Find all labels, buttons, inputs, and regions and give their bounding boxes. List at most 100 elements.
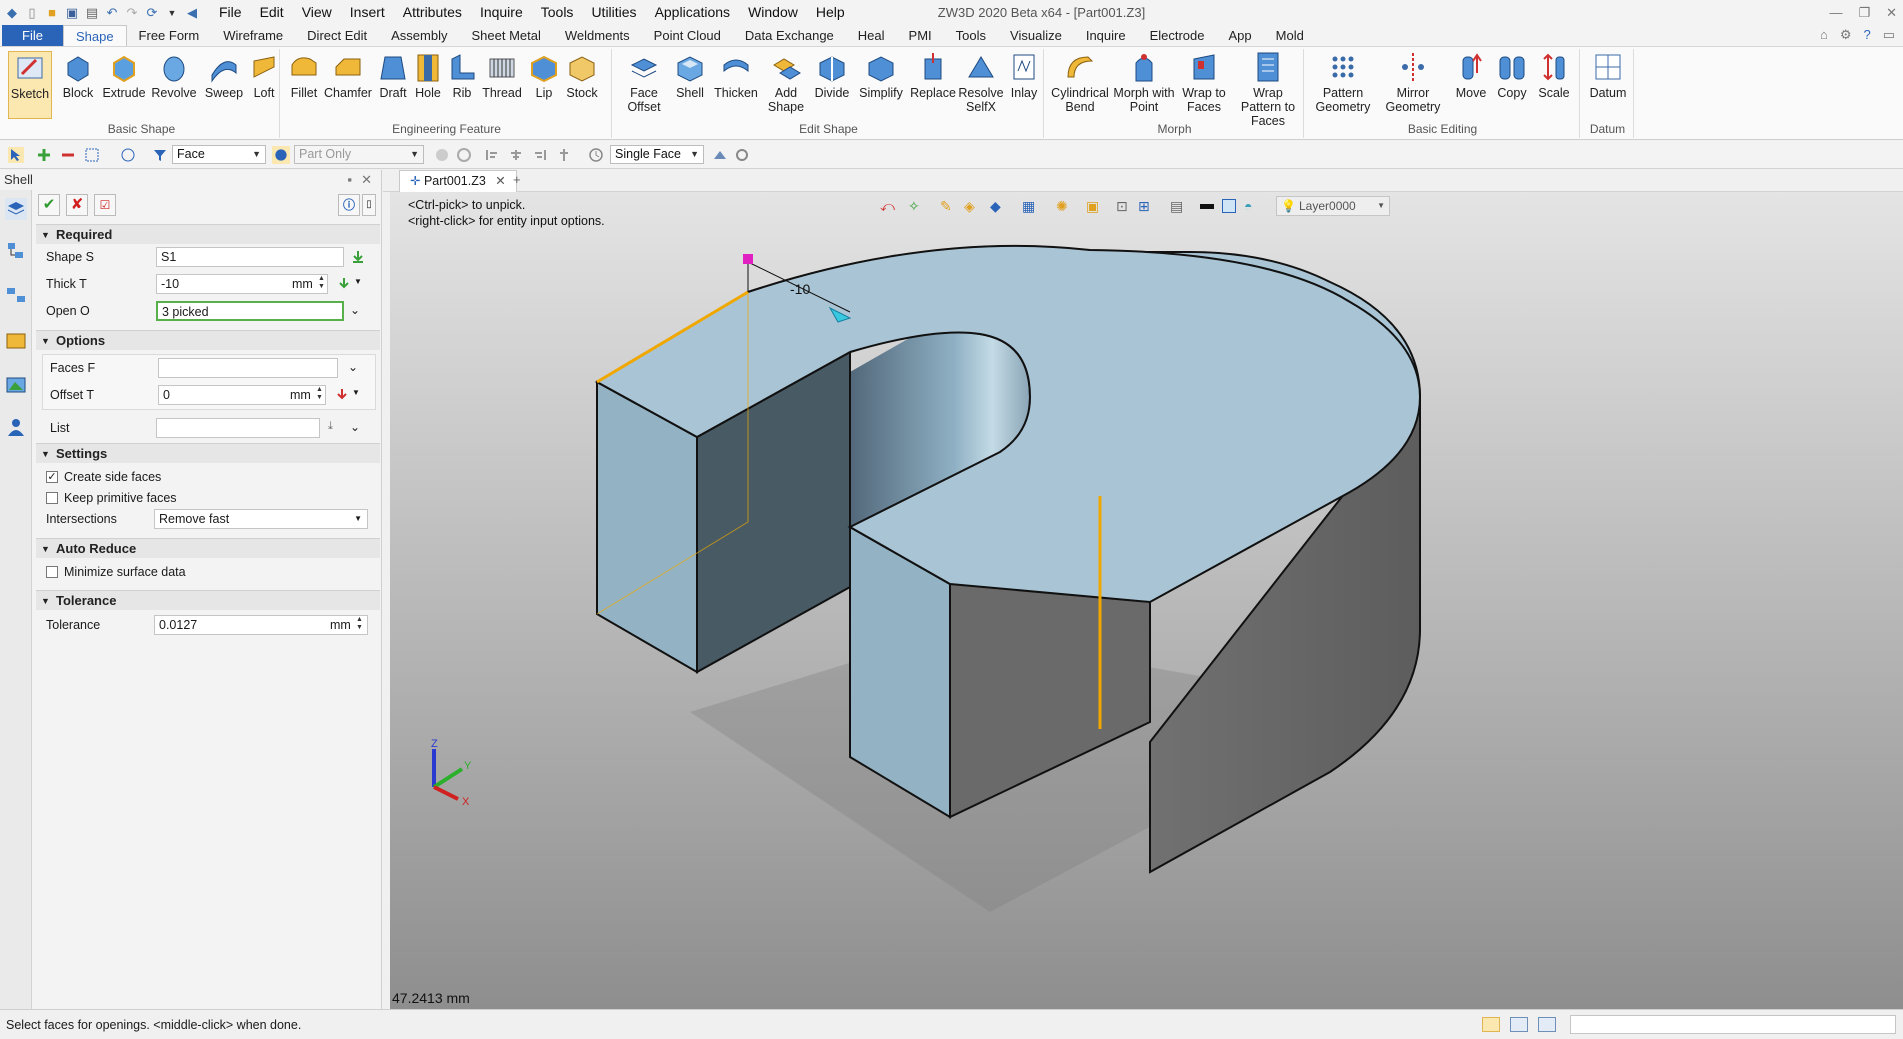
chamfer-button[interactable]: Chamfer [324,51,372,100]
new-file-icon[interactable]: ▯ [24,5,40,21]
tab-pmi[interactable]: PMI [897,25,944,46]
copy-button[interactable]: Copy [1492,51,1532,100]
help-icon[interactable]: ? [1863,27,1870,43]
menu-utilities[interactable]: Utilities [582,0,645,25]
snap-icon[interactable] [456,147,472,163]
print-icon[interactable]: ▤ [84,5,100,21]
offset-options-dropdown-icon[interactable]: ▼ [352,388,360,397]
section-required[interactable]: Required [36,224,380,245]
wrap-pattern-to-faces-button[interactable]: Wrap Pattern to Faces [1234,51,1302,128]
dimension-start-handle[interactable] [743,254,753,264]
history-icon[interactable] [588,147,604,163]
apply-button[interactable]: ☑ [94,194,116,216]
box-select-icon[interactable] [84,147,100,163]
filter-icon[interactable] [152,147,168,163]
shape-field[interactable]: S1 [156,247,344,267]
section-settings[interactable]: Settings [36,443,380,464]
section-tolerance[interactable]: Tolerance [36,590,380,611]
tab-data-exchange[interactable]: Data Exchange [733,25,846,46]
keep-primitive-faces-checkbox[interactable] [46,492,58,504]
block-button[interactable]: Block [56,51,100,100]
menu-applications[interactable]: Applications [646,0,740,25]
pick-mode-select[interactable]: Single Face ▼ [610,145,704,164]
panel-close-icon[interactable]: ✕ [361,170,372,190]
lip-button[interactable]: Lip [528,51,560,100]
undo-icon[interactable]: ↶ [104,5,120,21]
home-icon[interactable]: ⌂ [1820,27,1828,43]
thread-button[interactable]: Thread [480,51,524,100]
sweep-button[interactable]: Sweep [202,51,246,100]
thick-spinner-icon[interactable]: ▲ ▼ [318,275,325,291]
doc-tab-close-icon[interactable]: ✕ [495,174,505,188]
app-logo-icon[interactable]: ◆ [4,5,20,21]
part-library-icon[interactable] [5,330,27,352]
open-expand-icon[interactable]: ⌄ [350,303,360,317]
redo-icon[interactable]: ↷ [124,5,140,21]
info-button[interactable]: ⓘ [338,194,360,216]
tab-weldments[interactable]: Weldments [553,25,642,46]
remove-icon[interactable] [60,147,76,163]
extrude-button[interactable]: Extrude [100,51,148,100]
open-folder-icon[interactable]: ■ [44,5,60,21]
move-button[interactable]: Move [1452,51,1490,100]
shell-model[interactable]: -10 [390,192,1903,1009]
regen-icon[interactable]: ⟳ [144,5,160,21]
list-field[interactable] [156,418,320,438]
panel-minimize-icon[interactable]: ▭ [1883,27,1895,43]
cancel-button[interactable]: ✘ [66,194,88,216]
tab-electrode[interactable]: Electrode [1138,25,1217,46]
feature-manager-icon[interactable] [5,198,27,220]
minimize-surface-checkbox[interactable] [46,566,58,578]
doc-tab-part001[interactable]: ✛ Part001.Z3 ✕ [399,170,517,192]
tab-point-cloud[interactable]: Point Cloud [642,25,733,46]
divide-button[interactable]: Divide [810,51,854,100]
morph-with-point-button[interactable]: Morph with Point [1112,51,1176,114]
simplify-button[interactable]: Simplify [856,51,906,100]
align-right-icon[interactable] [532,147,548,163]
open-faces-field[interactable]: 3 picked [156,301,344,321]
datum-button[interactable]: Datum [1586,51,1630,100]
tab-file[interactable]: File [2,25,63,46]
menu-edit[interactable]: Edit [251,0,293,25]
stock-button[interactable]: Stock [562,51,602,100]
replace-button[interactable]: Replace [910,51,956,100]
tab-free-form[interactable]: Free Form [127,25,212,46]
status-window-icon[interactable] [1538,1017,1556,1032]
scale-button[interactable]: Scale [1534,51,1574,100]
tab-inquire[interactable]: Inquire [1074,25,1138,46]
pin-icon[interactable] [556,147,572,163]
dimension-value[interactable]: -10 [790,281,810,297]
3d-viewport[interactable]: <Ctrl-pick> to unpick. <right-click> for… [390,192,1903,1009]
list-add-icon[interactable]: ⤓ [328,420,333,433]
cylindrical-bend-button[interactable]: Cylindrical Bend [1050,51,1110,114]
sketch-button[interactable]: Sketch [8,51,52,119]
faces-expand-icon[interactable]: ⌄ [348,360,358,374]
menu-inquire[interactable]: Inquire [471,0,532,25]
scope-icon[interactable] [272,146,290,164]
status-grid-icon[interactable] [1482,1017,1500,1032]
shell-button[interactable]: Shell [670,51,710,100]
pattern-geometry-button[interactable]: Pattern Geometry [1310,51,1376,114]
wrap-to-faces-button[interactable]: Wrap to Faces [1176,51,1232,114]
close-icon[interactable]: ✕ [1886,0,1897,25]
mirror-geometry-button[interactable]: Mirror Geometry [1380,51,1446,114]
face-offset-button[interactable]: Face Offset [620,51,668,114]
menu-attributes[interactable]: Attributes [394,0,471,25]
draft-button[interactable]: Draft [376,51,410,100]
pick-arrow-icon[interactable] [8,147,24,163]
section-auto-reduce[interactable]: Auto Reduce [36,538,380,559]
tab-direct-edit[interactable]: Direct Edit [295,25,379,46]
revolve-button[interactable]: Revolve [150,51,198,100]
status-display-icon[interactable] [1510,1017,1528,1032]
offset-options-icon[interactable] [334,387,350,403]
tab-mold[interactable]: Mold [1264,25,1316,46]
add-shape-button[interactable]: Add Shape [764,51,808,114]
settings-gear-icon[interactable]: ⚙ [1840,27,1852,43]
tab-tools[interactable]: Tools [944,25,998,46]
menu-view[interactable]: View [293,0,341,25]
shape-pick-icon[interactable] [350,249,366,265]
intersections-select[interactable]: Remove fast ▼ [154,509,368,529]
thick-options-dropdown-icon[interactable]: ▼ [354,277,362,286]
menu-insert[interactable]: Insert [341,0,394,25]
save-icon[interactable]: ▣ [64,5,80,21]
